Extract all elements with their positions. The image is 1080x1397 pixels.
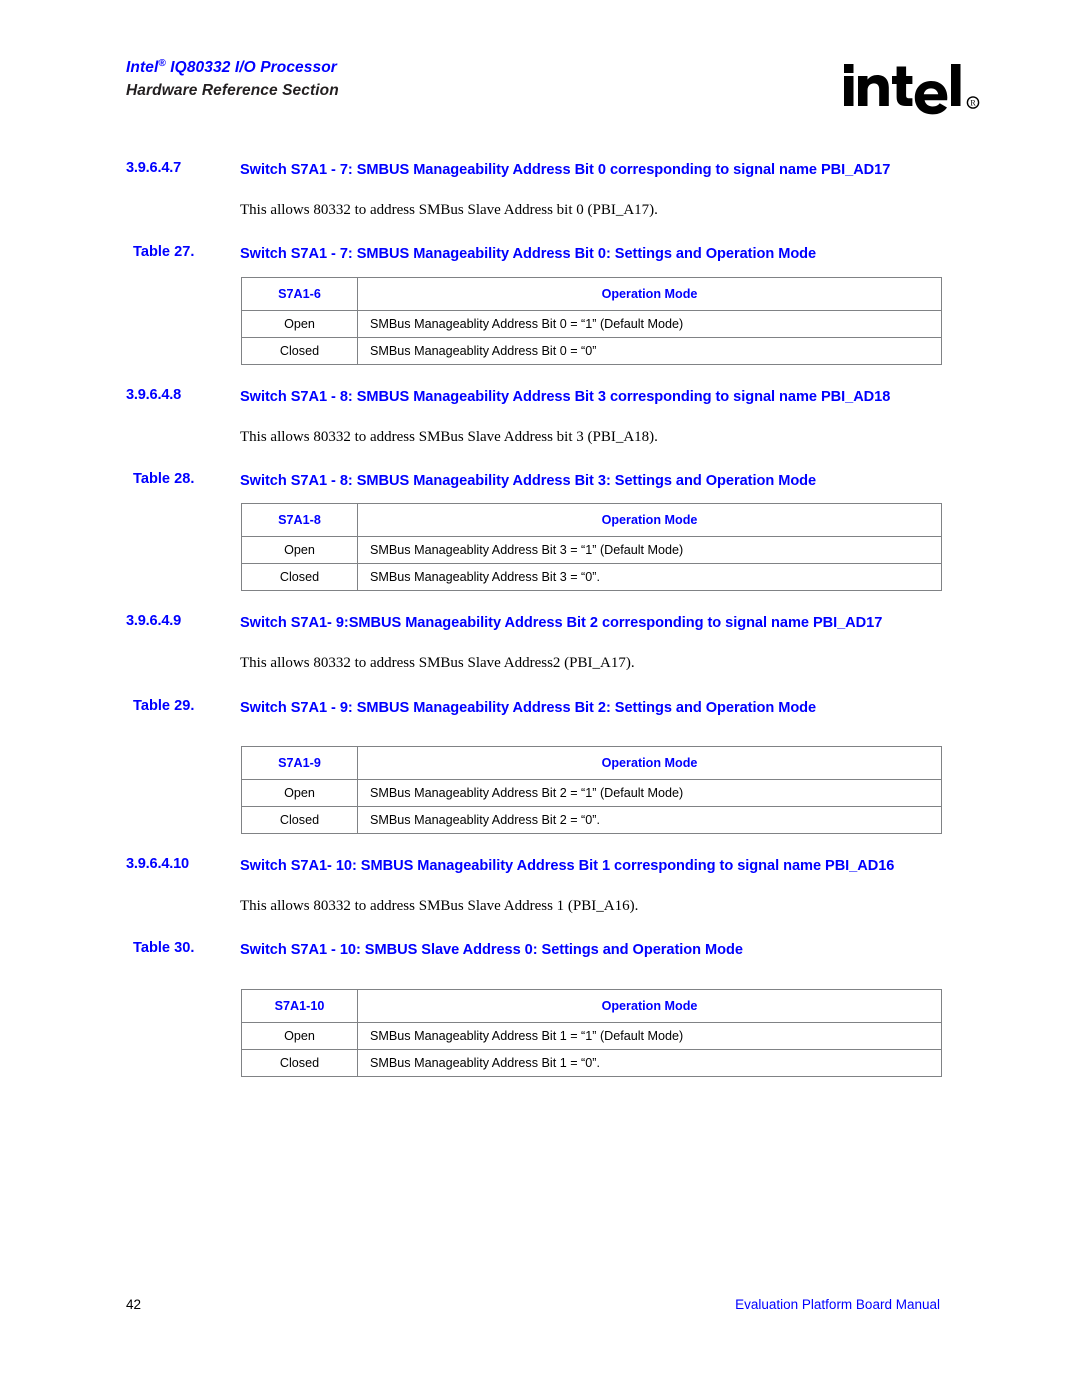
section-heading: 3.9.6.4.7 Switch S7A1 - 7: SMBUS Managea… — [0, 160, 1080, 182]
page-footer: 42 Evaluation Platform Board Manual — [0, 1297, 1080, 1319]
cell-switch-state: Closed — [241, 336, 358, 365]
section-body-text: This allows 80332 to address SMBus Slave… — [240, 428, 658, 445]
document-page: Intel® IQ80332 I/O Processor Hardware Re… — [0, 0, 1080, 1397]
cell-switch-state: Closed — [241, 563, 358, 592]
section-heading: 3.9.6.4.10 Switch S7A1- 10: SMBUS Manage… — [0, 856, 1080, 878]
table-number: Table 29. — [133, 697, 195, 714]
column-header-switch: S7A1-10 — [241, 988, 358, 1023]
table-caption: Table 29. Switch S7A1 - 9: SMBUS Managea… — [0, 698, 1080, 718]
section-number: 3.9.6.4.8 — [126, 386, 182, 403]
section-heading: 3.9.6.4.8 Switch S7A1 - 8: SMBUS Managea… — [0, 387, 1080, 409]
column-header-switch: S7A1-6 — [241, 276, 358, 311]
section-number: 3.9.6.4.10 — [126, 856, 189, 873]
section-title: Switch S7A1 - 8: SMBUS Manageability Add… — [240, 388, 891, 405]
table-row: Closed SMBus Manageablity Address Bit 2 … — [241, 806, 942, 835]
cell-operation-mode: SMBus Manageablity Address Bit 2 = “0”. — [357, 806, 942, 835]
cell-operation-mode: SMBus Manageablity Address Bit 0 = “0” — [357, 336, 942, 365]
table-caption-text: Switch S7A1 - 10: SMBUS Slave Address 0:… — [240, 942, 743, 959]
section-3-9-6-4-10: 3.9.6.4.10 Switch S7A1- 10: SMBUS Manage… — [0, 856, 1080, 1077]
table-row: Open SMBus Manageablity Address Bit 2 = … — [241, 779, 942, 808]
table-number: Table 30. — [133, 940, 195, 957]
cell-switch-state: Open — [241, 779, 358, 808]
table-caption: Table 30. Switch S7A1 - 10: SMBUS Slave … — [0, 940, 1080, 960]
table-row: Open SMBus Manageablity Address Bit 0 = … — [241, 309, 942, 338]
cell-switch-state: Open — [241, 309, 358, 338]
table-number: Table 28. — [133, 470, 195, 487]
column-header-operation-mode: Operation Mode — [357, 988, 942, 1023]
table-header-row: S7A1-6 Operation Mode — [241, 276, 942, 311]
section-3-9-6-4-9: 3.9.6.4.9 Switch S7A1- 9:SMBUS Manageabi… — [0, 613, 1080, 835]
header-product-model: IQ80332 I/O Processor — [165, 59, 337, 76]
document-content: 3.9.6.4.7 Switch S7A1 - 7: SMBUS Managea… — [0, 160, 1080, 1077]
header-product-name: Intel — [126, 59, 159, 76]
settings-table: S7A1-10 Operation Mode Open SMBus Manage… — [241, 988, 942, 1077]
table-row: Closed SMBus Manageablity Address Bit 1 … — [241, 1048, 942, 1077]
header-subtitle: Hardware Reference Section — [126, 81, 339, 99]
settings-table: S7A1-6 Operation Mode Open SMBus Managea… — [241, 276, 942, 365]
svg-text:R: R — [970, 99, 976, 108]
section-heading: 3.9.6.4.9 Switch S7A1- 9:SMBUS Manageabi… — [0, 613, 1080, 635]
cell-switch-state: Open — [241, 1021, 358, 1050]
cell-operation-mode: SMBus Manageablity Address Bit 3 = “0”. — [357, 563, 942, 592]
table-caption-text: Switch S7A1 - 9: SMBUS Manageability Add… — [240, 699, 817, 716]
header-product-title: Intel® IQ80332 I/O Processor — [126, 58, 339, 78]
cell-switch-state: Open — [241, 536, 358, 565]
table-row: Open SMBus Manageablity Address Bit 1 = … — [241, 1021, 942, 1050]
table-caption-text: Switch S7A1 - 7: SMBUS Manageability Add… — [240, 246, 817, 263]
table-row: Closed SMBus Manageablity Address Bit 3 … — [241, 563, 942, 592]
registered-trademark-icon: ® — [158, 57, 166, 69]
column-header-operation-mode: Operation Mode — [357, 276, 942, 311]
section-body-text: This allows 80332 to address SMBus Slave… — [240, 202, 658, 218]
table-caption-text: Switch S7A1 - 8: SMBUS Manageability Add… — [240, 472, 817, 489]
page-header: Intel® IQ80332 I/O Processor Hardware Re… — [0, 58, 1080, 130]
page-number: 42 — [126, 1297, 142, 1312]
column-header-switch: S7A1-8 — [241, 503, 358, 538]
section-3-9-6-4-7: 3.9.6.4.7 Switch S7A1 - 7: SMBUS Managea… — [0, 160, 1080, 365]
section-title: Switch S7A1- 10: SMBUS Manageability Add… — [240, 858, 895, 875]
table-header-row: S7A1-10 Operation Mode — [241, 988, 942, 1023]
section-number: 3.9.6.4.7 — [126, 160, 182, 176]
table-header-row: S7A1-8 Operation Mode — [241, 503, 942, 538]
table-caption: Table 28. Switch S7A1 - 8: SMBUS Managea… — [0, 471, 1080, 491]
section-title: Switch S7A1- 9:SMBUS Manageability Addre… — [240, 615, 883, 632]
section-3-9-6-4-8: 3.9.6.4.8 Switch S7A1 - 8: SMBUS Managea… — [0, 387, 1080, 592]
cell-switch-state: Closed — [241, 806, 358, 835]
settings-table: S7A1-9 Operation Mode Open SMBus Managea… — [241, 746, 942, 835]
column-header-operation-mode: Operation Mode — [357, 746, 942, 781]
section-body-text: This allows 80332 to address SMBus Slave… — [240, 898, 639, 915]
header-title-block: Intel® IQ80332 I/O Processor Hardware Re… — [126, 58, 339, 101]
footer-manual-title: Evaluation Platform Board Manual — [735, 1297, 940, 1312]
table-row: Open SMBus Manageablity Address Bit 3 = … — [241, 536, 942, 565]
intel-logo: R — [842, 60, 992, 118]
table-caption: Table 27. Switch S7A1 - 7: SMBUS Managea… — [0, 244, 1080, 264]
section-title: Switch S7A1 - 7: SMBUS Manageability Add… — [240, 162, 891, 178]
table-row: Closed SMBus Manageablity Address Bit 0 … — [241, 336, 942, 365]
cell-operation-mode: SMBus Manageablity Address Bit 1 = “1” (… — [357, 1021, 942, 1050]
column-header-switch: S7A1-9 — [241, 746, 358, 781]
section-number: 3.9.6.4.9 — [126, 613, 182, 630]
column-header-operation-mode: Operation Mode — [357, 503, 942, 538]
cell-operation-mode: SMBus Manageablity Address Bit 0 = “1” (… — [357, 309, 942, 338]
cell-operation-mode: SMBus Manageablity Address Bit 2 = “1” (… — [357, 779, 942, 808]
table-header-row: S7A1-9 Operation Mode — [241, 746, 942, 781]
section-body-text: This allows 80332 to address SMBus Slave… — [240, 655, 635, 672]
cell-operation-mode: SMBus Manageablity Address Bit 1 = “0”. — [357, 1048, 942, 1077]
cell-operation-mode: SMBus Manageablity Address Bit 3 = “1” (… — [357, 536, 942, 565]
cell-switch-state: Closed — [241, 1048, 358, 1077]
settings-table: S7A1-8 Operation Mode Open SMBus Managea… — [241, 503, 942, 592]
table-number: Table 27. — [133, 244, 195, 261]
